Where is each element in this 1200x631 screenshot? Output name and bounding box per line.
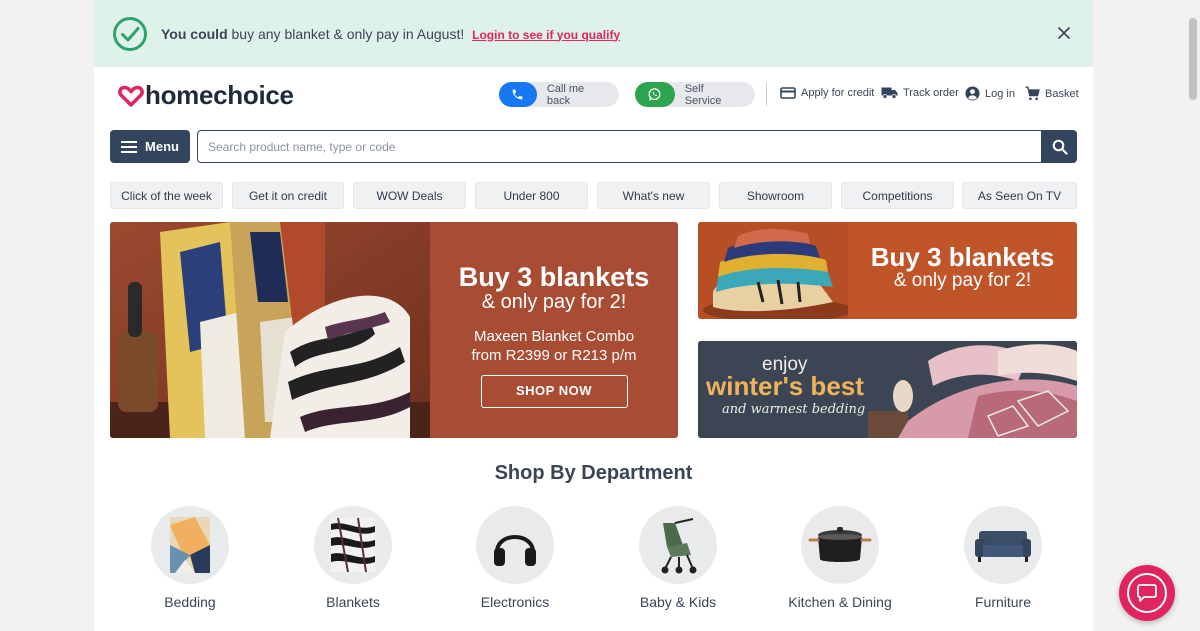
promo-text: buy any blanket & only pay in August!: [231, 25, 465, 42]
phone-icon: [499, 82, 537, 107]
department-baby-kids[interactable]: Baby & Kids: [608, 506, 748, 610]
stroller-icon: [639, 506, 717, 584]
side-banner-blankets[interactable]: Buy 3 blankets & only pay for 2!: [698, 222, 1077, 319]
close-icon[interactable]: [1053, 22, 1075, 44]
menu-button[interactable]: Menu: [110, 130, 190, 163]
department-title: Shop By Department: [494, 462, 693, 484]
basket-label: Basket: [1045, 87, 1079, 100]
menu-label: Menu: [145, 139, 179, 154]
call-me-back-label: Call me back: [546, 82, 585, 107]
category-showroom[interactable]: Showroom: [719, 182, 832, 209]
track-order-link[interactable]: Track order: [881, 86, 959, 99]
category-competitions[interactable]: Competitions: [841, 182, 954, 209]
apply-credit-label: Apply for credit: [801, 87, 875, 99]
scrollbar[interactable]: [1186, 0, 1200, 631]
page: You could buy any blanket & only pay in …: [94, 0, 1093, 631]
sofa-icon: [964, 506, 1042, 584]
department-bedding[interactable]: Bedding: [120, 506, 260, 610]
logo-text: homechoice: [145, 80, 294, 110]
promo-bold: You could: [161, 25, 228, 42]
self-service-label: Self Service: [684, 82, 722, 107]
category-get-it-on-credit[interactable]: Get it on credit: [232, 182, 344, 209]
category-click-of-the-week[interactable]: Click of the week: [110, 182, 223, 209]
shop-now-button[interactable]: SHOP NOW: [480, 375, 628, 408]
scrollbar-thumb[interactable]: [1189, 18, 1197, 100]
self-service-button[interactable]: Self Service: [635, 82, 755, 107]
promo-message: You could buy any blanket & only pay in …: [161, 26, 620, 42]
hero-blankets-image: [110, 222, 430, 438]
department-label: Bedding: [164, 594, 216, 610]
category-whats-new[interactable]: What's new: [597, 182, 710, 209]
heart-logo-icon: [118, 85, 144, 107]
side-banner-winter[interactable]: enjoy winter's best and warmest bedding: [698, 341, 1077, 438]
department-label: Baby & Kids: [639, 594, 717, 610]
pot-icon: [801, 506, 879, 584]
headphones-icon: [476, 506, 554, 584]
hero-desc-2: from R2399 or R213 p/m: [471, 347, 637, 364]
side-banner-1-text: Buy 3 blankets & only pay for 2!: [848, 244, 1077, 292]
promo-banner: You could buy any blanket & only pay in …: [94, 0, 1093, 67]
whatsapp-icon: [635, 82, 675, 107]
category-wow-deals[interactable]: WOW Deals: [353, 182, 466, 209]
homechoice-logo[interactable]: homechoice: [118, 80, 294, 111]
cart-icon: [1025, 86, 1040, 101]
department-label: Kitchen & Dining: [788, 594, 892, 610]
bedding-icon: [151, 506, 229, 584]
hero-title: Buy 3 blankets: [458, 262, 650, 292]
hamburger-icon: [121, 140, 138, 153]
call-me-back-button[interactable]: Call me back: [499, 82, 619, 107]
department-furniture[interactable]: Furniture: [933, 506, 1073, 610]
header-divider: [766, 82, 767, 106]
folded-blankets-image: [698, 222, 848, 319]
basket-link[interactable]: Basket: [1025, 86, 1079, 101]
log-in-link[interactable]: Log in: [965, 86, 1015, 101]
department-electronics[interactable]: Electronics: [445, 506, 585, 610]
side-banner-1-subtitle: & only pay for 2!: [893, 270, 1032, 291]
department-blankets[interactable]: Blankets: [283, 506, 423, 610]
hero-subtitle: & only pay for 2!: [481, 291, 627, 313]
blanket-icon: [314, 506, 392, 584]
department-label: Blankets: [326, 594, 380, 610]
truck-icon: [881, 87, 898, 99]
side-banner-2-headline: winter's best: [706, 371, 864, 401]
log-in-label: Log in: [985, 87, 1015, 100]
promo-login-link[interactable]: Login to see if you qualify: [472, 28, 620, 42]
search-input[interactable]: [197, 130, 1042, 163]
hero-desc-1: Maxeen Blanket Combo: [473, 328, 635, 345]
credit-card-icon: [780, 87, 796, 99]
hero-banner[interactable]: Buy 3 blankets & only pay for 2! Maxeen …: [110, 222, 678, 438]
department-label: Furniture: [974, 594, 1032, 610]
track-order-label: Track order: [903, 86, 959, 99]
hero-panel: Buy 3 blankets & only pay for 2! Maxeen …: [430, 222, 678, 438]
chat-icon: [1127, 573, 1167, 613]
search-button[interactable]: [1042, 130, 1077, 163]
side-banner-1-title: Buy 3 blankets: [870, 242, 1055, 272]
department-label: Electronics: [480, 594, 550, 610]
search-icon: [1052, 139, 1068, 155]
check-circle-icon: [113, 16, 147, 51]
chat-button[interactable]: [1119, 565, 1175, 621]
side-banner-2-tagline: and warmest bedding: [722, 402, 866, 417]
apply-credit-link[interactable]: Apply for credit: [780, 86, 874, 100]
category-as-seen-on-tv[interactable]: As Seen On TV: [962, 182, 1077, 209]
user-icon: [965, 86, 980, 101]
category-under-800[interactable]: Under 800: [475, 182, 588, 209]
department-kitchen-dining[interactable]: Kitchen & Dining: [770, 506, 910, 610]
